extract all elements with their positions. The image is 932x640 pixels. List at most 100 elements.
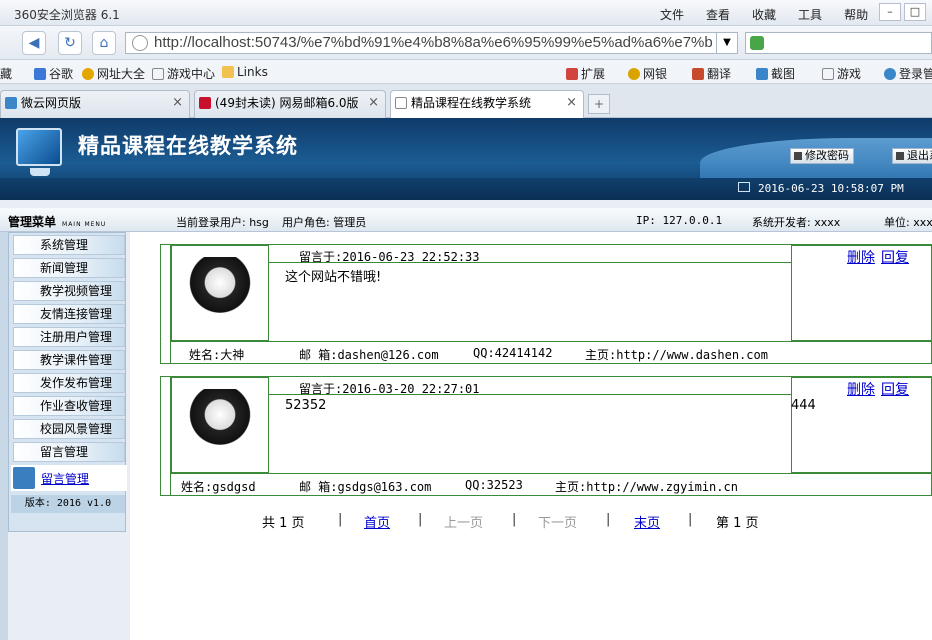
delete-button[interactable]: 删除 <box>847 250 875 266</box>
message-module-icon <box>13 467 35 489</box>
extend-icon <box>566 68 578 80</box>
sidebar-item-courseware[interactable]: 教学课件管理 <box>13 350 125 370</box>
author-email: 邮 箱:dashen@126.com <box>299 348 439 362</box>
left-strip <box>0 232 8 640</box>
ext-item-bank[interactable]: 网银 <box>628 65 667 82</box>
browser-menu: 文件 查看 收藏 工具 帮助 <box>660 6 890 23</box>
ext-item-translate[interactable]: 翻译 <box>692 65 731 82</box>
ext-item-login[interactable]: 登录管 <box>884 65 932 82</box>
home-icon[interactable]: ⌂ <box>92 31 116 55</box>
delete-button[interactable]: 删除 <box>847 382 875 398</box>
sidebar-menu: 系统管理 新闻管理 教学视频管理 友情连接管理 注册用户管理 教学课件管理 发作… <box>8 232 127 532</box>
last-page-link[interactable]: 末页 <box>634 512 660 531</box>
fav-item-sites[interactable]: 网址大全 <box>82 65 145 82</box>
back-icon[interactable]: ◀ <box>22 31 46 55</box>
tab-weiyun[interactable]: 微云网页版 × <box>0 90 190 118</box>
sidebar-item-homework[interactable]: 作业查收管理 <box>13 396 125 416</box>
browser-title: 360安全浏览器 6.1 <box>14 8 120 22</box>
screenshot-icon <box>756 68 768 80</box>
app-header: 精品课程在线教学系统 修改密码 退出系 2016-06-23 10:58:07 … <box>0 118 932 200</box>
google-icon <box>34 68 46 80</box>
sidebar-item-video[interactable]: 教学视频管理 <box>13 281 125 301</box>
sidebar-item-messages[interactable]: 留言管理 <box>13 442 125 462</box>
menu-file[interactable]: 文件 <box>660 8 684 22</box>
user-icon <box>884 68 896 80</box>
developer: 系统开发者: xxxx <box>752 216 841 229</box>
ext-item-screenshot[interactable]: 截图 <box>756 65 795 82</box>
reply-button[interactable]: 回复 <box>881 382 909 398</box>
new-tab-icon[interactable]: + <box>588 94 610 114</box>
sidebar-item-publish[interactable]: 发作发布管理 <box>13 373 125 393</box>
close-icon[interactable]: × <box>566 91 577 115</box>
author-qq: QQ:42414142 <box>473 346 553 360</box>
main-content: 留言于:2016-06-23 22:52:33 这个网站不错哦! 删除 回复 姓名… <box>130 232 932 640</box>
minimize-icon[interactable]: – <box>879 3 901 21</box>
pager-sep: | <box>606 512 611 527</box>
fav-item-links[interactable]: Links <box>222 65 268 79</box>
refresh-icon[interactable]: ↻ <box>58 31 82 55</box>
active-module-label[interactable]: 留言管理 <box>41 470 89 487</box>
window-controls: – □ <box>876 3 926 21</box>
menu-favorites[interactable]: 收藏 <box>752 8 776 22</box>
fav-item-google[interactable]: 谷歌 <box>34 65 73 82</box>
sidebar-item-scenery[interactable]: 校园风景管理 <box>13 419 125 439</box>
pager-sep: | <box>512 512 517 527</box>
tab-course-system[interactable]: 精品课程在线教学系统 × <box>390 90 584 118</box>
browser-titlebar: 360安全浏览器 6.1 文件 查看 收藏 工具 帮助 – □ <box>0 0 932 26</box>
search-box[interactable] <box>745 32 932 54</box>
reply-content: 444 <box>791 398 816 413</box>
bank-icon <box>628 68 640 80</box>
menu-view[interactable]: 查看 <box>706 8 730 22</box>
sidebar-item-links[interactable]: 友情连接管理 <box>13 304 125 324</box>
close-icon[interactable]: × <box>172 91 183 115</box>
message-card: 留言于:2016-06-23 22:52:33 这个网站不错哦! 删除 回复 姓名… <box>160 244 932 364</box>
address-bar[interactable]: http://localhost:50743/%e7%bd%91%e4%b8%8… <box>125 32 735 54</box>
ext-item-extend[interactable]: 扩展 <box>566 65 605 82</box>
next-page-link[interactable]: 下一页 <box>538 512 577 531</box>
reply-button[interactable]: 回复 <box>881 250 909 266</box>
page-total: 共 1 页 <box>262 516 305 531</box>
address-dropdown-icon[interactable]: ▼ <box>716 32 738 54</box>
main-menu-title: 管理菜单 <box>8 215 57 229</box>
user-role: 用户角色: 管理员 <box>282 216 367 229</box>
author-homepage: 主页:http://www.zgyimin.cn <box>555 480 738 494</box>
menu-tools[interactable]: 工具 <box>798 8 822 22</box>
message-actions: 删除 回复 <box>841 247 909 267</box>
search-engine-icon[interactable] <box>750 36 764 50</box>
sidebar-item-users[interactable]: 注册用户管理 <box>13 327 125 347</box>
browser-navbar: ◀ ↻ ⌂ http://localhost:50743/%e7%bd%91%e… <box>0 26 932 60</box>
folder-icon <box>222 66 234 78</box>
monitor-logo-icon <box>16 128 62 166</box>
tab-netease-mail[interactable]: (49封未读) 网易邮箱6.0版 × <box>194 90 386 118</box>
datetime-display: 2016-06-23 10:58:07 PM <box>758 182 904 195</box>
menu-help[interactable]: 帮助 <box>844 8 868 22</box>
message-time: 留言于:2016-06-23 22:52:33 <box>299 250 480 264</box>
favorites-bar: 藏 谷歌 网址大全 游戏中心 Links 扩展 网银 翻译 截图 游戏 登录管 <box>0 60 932 84</box>
prev-page-link[interactable]: 上一页 <box>444 512 483 531</box>
ip-address: IP: 127.0.0.1 <box>636 214 723 227</box>
author-email: 邮 箱:gsdgs@163.com <box>299 480 432 494</box>
clock-icon <box>738 182 750 192</box>
card-margin <box>161 377 171 495</box>
current-user: 当前登录用户: hsg <box>176 216 269 229</box>
address-text: http://localhost:50743/%e7%bd%91%e4%b8%8… <box>154 34 713 51</box>
pager-sep: | <box>338 512 343 527</box>
logout-button[interactable]: 退出系 <box>892 148 932 164</box>
change-password-button[interactable]: 修改密码 <box>790 148 854 164</box>
active-module[interactable]: 留言管理 <box>11 465 127 491</box>
netease-icon <box>199 97 211 109</box>
close-icon[interactable]: × <box>368 91 379 115</box>
message-actions: 删除 回复 <box>841 379 909 399</box>
author-name: 姓名:大神 <box>189 348 245 362</box>
sidebar-item-system[interactable]: 系统管理 <box>13 235 125 255</box>
row-divider <box>171 473 932 474</box>
avatar <box>189 389 251 453</box>
fav-item-0[interactable]: 藏 <box>0 65 12 82</box>
maximize-icon[interactable]: □ <box>904 3 926 21</box>
fav-item-games[interactable]: 游戏中心 <box>152 65 215 82</box>
first-page-link[interactable]: 首页 <box>364 512 390 531</box>
pager-sep: | <box>688 512 693 527</box>
ext-item-game[interactable]: 游戏 <box>822 65 861 82</box>
message-time: 留言于:2016-03-20 22:27:01 <box>299 382 480 396</box>
sidebar-item-news[interactable]: 新闻管理 <box>13 258 125 278</box>
